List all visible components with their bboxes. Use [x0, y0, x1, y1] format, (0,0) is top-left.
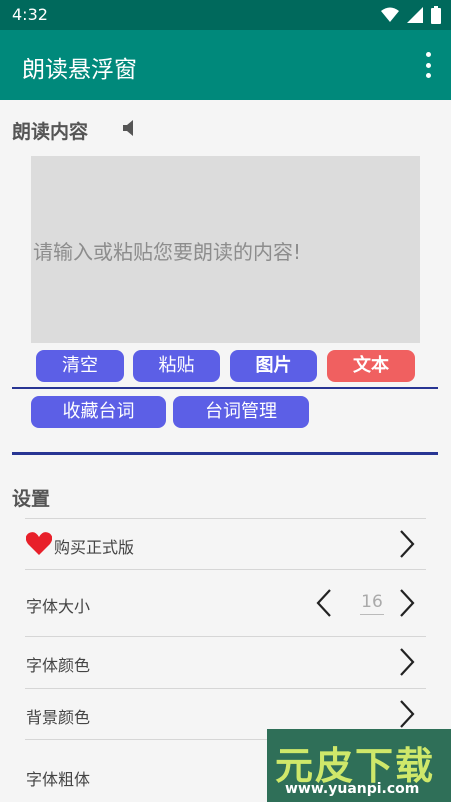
- clear-button[interactable]: 清空: [36, 350, 124, 382]
- status-bar: 4:32: [0, 0, 451, 30]
- battery-icon: [431, 6, 441, 24]
- read-content-title: 朗读内容: [12, 121, 89, 143]
- overflow-menu-icon[interactable]: [423, 52, 433, 78]
- chevron-right-icon[interactable]: [397, 529, 417, 559]
- read-content-input[interactable]: [31, 156, 420, 343]
- favorite-lines-button[interactable]: 收藏台词: [31, 396, 166, 428]
- status-time: 4:32: [12, 5, 48, 24]
- background-color-label: 背景颜色: [26, 708, 91, 727]
- manage-lines-button[interactable]: 台词管理: [173, 396, 309, 428]
- watermark-url: www.yuanpi.com: [285, 781, 420, 797]
- status-icons: [381, 6, 441, 24]
- wifi-icon: [381, 7, 399, 22]
- font-size-value: 16: [360, 592, 384, 615]
- image-button[interactable]: 图片: [230, 350, 317, 382]
- signal-icon: [407, 7, 423, 23]
- chevron-right-icon[interactable]: [397, 699, 417, 729]
- watermark-logo: 元皮下载 www.yuanpi.com: [267, 729, 451, 802]
- paste-button[interactable]: 粘贴: [133, 350, 220, 382]
- app-bar: 朗读悬浮窗: [0, 30, 451, 100]
- text-button[interactable]: 文本: [327, 350, 415, 382]
- font-color-label: 字体颜色: [26, 656, 91, 675]
- settings-title: 设置: [12, 488, 51, 510]
- font-size-label: 字体大小: [26, 597, 91, 616]
- divider: [12, 387, 438, 389]
- speaker-icon[interactable]: [121, 118, 139, 138]
- app-title: 朗读悬浮窗: [22, 57, 137, 83]
- chevron-right-icon[interactable]: [397, 647, 417, 677]
- divider: [12, 452, 438, 455]
- font-bold-label: 字体粗体: [26, 770, 91, 789]
- purchase-label: 购买正式版: [54, 538, 135, 557]
- chevron-left-icon[interactable]: [314, 588, 334, 618]
- heart-icon: [26, 532, 52, 555]
- chevron-right-icon[interactable]: [397, 588, 417, 618]
